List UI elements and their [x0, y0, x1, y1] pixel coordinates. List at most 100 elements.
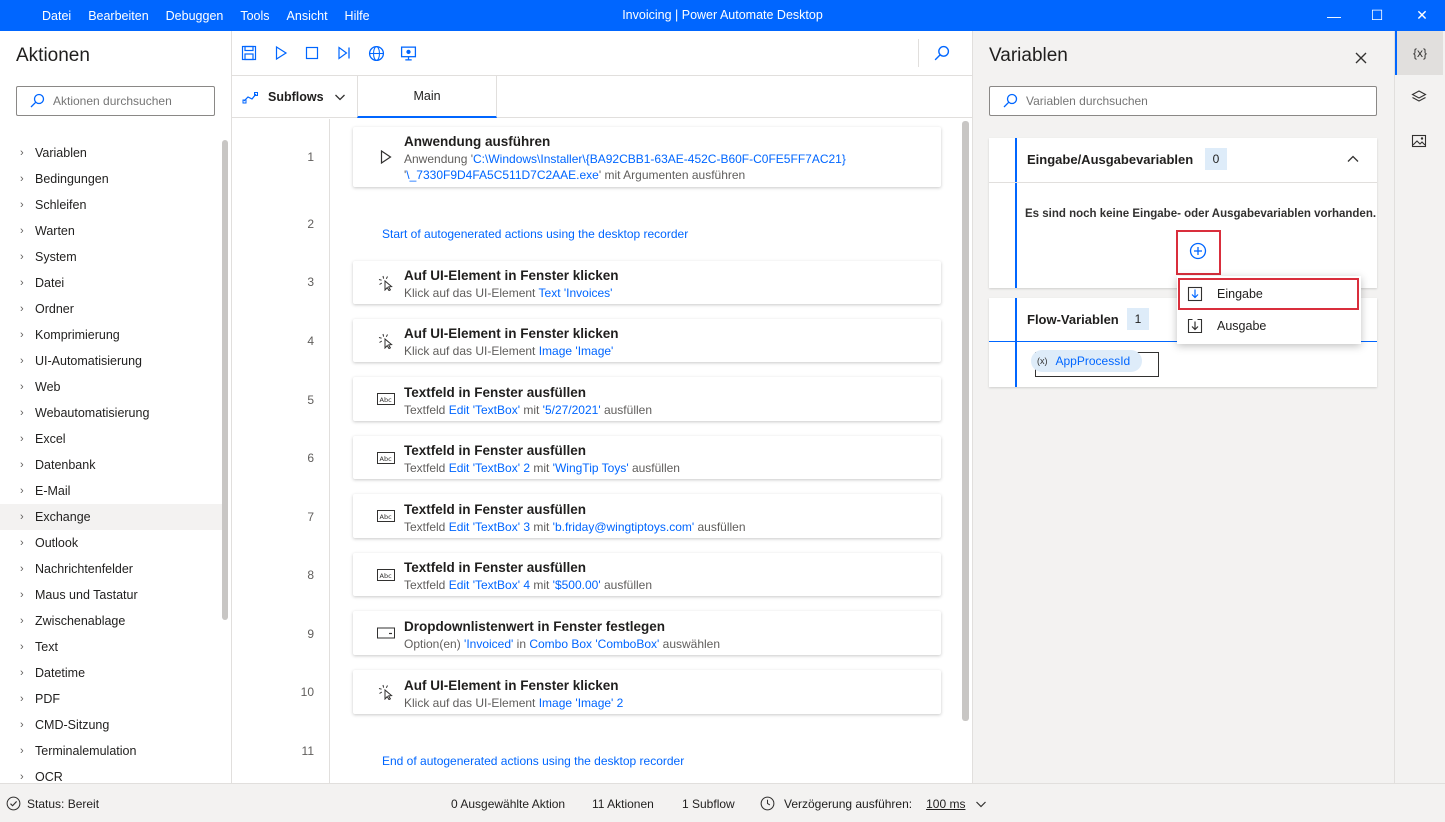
action-card[interactable]: Abc Textfeld in Fenster ausfüllen Textfeld… — [353, 553, 941, 596]
editor-scrollbar[interactable] — [962, 121, 969, 721]
close-window-button[interactable]: ✕ — [1399, 0, 1445, 31]
variables-search-input[interactable] — [1026, 94, 1176, 108]
chevron-right-icon: › — [20, 719, 24, 731]
action-category[interactable]: › System — [0, 244, 222, 270]
action-parameter-link[interactable]: '5/27/2021' — [543, 403, 601, 417]
action-category[interactable]: › OCR — [0, 764, 222, 783]
action-parameter-link[interactable]: C:\Windows\Installer\{BA92CBB1-63AE-452C… — [473, 152, 846, 166]
menu-datei[interactable]: Datei — [42, 9, 71, 23]
save-icon — [241, 45, 257, 61]
action-parameter-link[interactable]: Edit 'TextBox' 2 — [449, 461, 530, 475]
action-category[interactable]: › Terminalemulation — [0, 738, 222, 764]
action-parameter-link[interactable]: Image 'Image' — [539, 344, 614, 358]
desktop-recorder-button[interactable] — [398, 43, 418, 63]
images-rail-button[interactable] — [1395, 119, 1443, 163]
action-parameter-link[interactable]: 'b.friday@wingtiptoys.com' — [553, 520, 694, 534]
run-next-action-button[interactable] — [334, 43, 354, 63]
status-bar: Status: Bereit 0 Ausgewählte Aktion 11 A… — [0, 783, 1445, 822]
actions-search-input[interactable] — [53, 94, 203, 108]
chevron-right-icon: › — [20, 173, 24, 185]
action-category[interactable]: › Komprimierung — [0, 322, 222, 348]
chevron-down-icon[interactable] — [975, 798, 987, 810]
action-category[interactable]: › E-Mail — [0, 478, 222, 504]
action-card[interactable]: Abc Textfeld in Fenster ausfüllen Textfeld… — [353, 494, 941, 538]
action-category[interactable]: › Datenbank — [0, 452, 222, 478]
action-category[interactable]: › Webautomatisierung — [0, 400, 222, 426]
action-title: Auf UI-Element in Fenster klicken — [404, 678, 619, 693]
menu-item-ausgabe[interactable]: Ausgabe — [1177, 310, 1361, 342]
comment-end-recorder[interactable]: End of autogenerated actions using the d… — [382, 754, 684, 768]
action-category[interactable]: › Web — [0, 374, 222, 400]
action-parameter-link[interactable]: 'WingTip Toys' — [553, 461, 629, 475]
minimize-button[interactable]: — — [1311, 0, 1357, 31]
close-variables-panel-button[interactable] — [1351, 48, 1371, 68]
action-category[interactable]: › Text — [0, 634, 222, 660]
action-category[interactable]: › Ordner — [0, 296, 222, 322]
action-parameter-link[interactable]: Edit 'TextBox' 4 — [449, 578, 530, 592]
play-icon — [275, 45, 288, 61]
ui-elements-rail-button[interactable] — [1395, 75, 1443, 119]
action-category[interactable]: › Maus und Tastatur — [0, 582, 222, 608]
action-category[interactable]: › Warten — [0, 218, 222, 244]
collapse-io-section-button[interactable] — [1346, 152, 1360, 166]
action-category[interactable]: › Excel — [0, 426, 222, 452]
action-description: Klick auf das UI-Element Image 'Image' 2 — [404, 696, 623, 710]
action-category[interactable]: › Exchange — [0, 504, 222, 530]
variables-search-box[interactable] — [989, 86, 1377, 116]
action-parameter-link[interactable]: '$500.00' — [553, 578, 601, 592]
run-delay-value[interactable]: 100 ms — [926, 797, 965, 811]
action-category[interactable]: › Variablen — [0, 140, 222, 166]
variables-rail-button[interactable]: {x} — [1395, 31, 1443, 75]
actions-scrollbar[interactable] — [222, 140, 228, 620]
action-card[interactable]: Auf UI-Element in Fenster klicken Klick a… — [353, 670, 941, 714]
tab-main[interactable]: Main — [357, 76, 497, 118]
action-category[interactable]: › Datetime — [0, 660, 222, 686]
action-parameter-link[interactable]: Image 'Image' 2 — [539, 696, 624, 710]
action-icon-wrapper — [377, 683, 395, 701]
maximize-button[interactable]: ☐ — [1354, 0, 1400, 31]
action-card[interactable]: Auf UI-Element in Fenster klicken Klick a… — [353, 319, 941, 362]
menu-ansicht[interactable]: Ansicht — [287, 9, 328, 23]
action-card[interactable]: Auf UI-Element in Fenster klicken Klick a… — [353, 261, 941, 304]
action-card[interactable]: Abc Textfeld in Fenster ausfüllen Textfeld… — [353, 377, 941, 421]
save-button[interactable] — [239, 43, 259, 63]
action-parameter-link[interactable]: Edit 'TextBox' — [449, 403, 520, 417]
editor-search-button[interactable] — [931, 43, 951, 63]
action-card[interactable]: Abc Textfeld in Fenster ausfüllen Textfeld… — [353, 436, 941, 479]
chevron-right-icon: › — [20, 771, 24, 783]
comment-start-recorder[interactable]: Start of autogenerated actions using the… — [382, 227, 688, 241]
action-category[interactable]: › CMD-Sitzung — [0, 712, 222, 738]
actions-search-box[interactable] — [16, 86, 215, 116]
subflows-dropdown[interactable]: Subflows — [242, 76, 346, 118]
flow-variables-title[interactable]: Flow-Variablen — [1027, 312, 1119, 327]
action-parameter-link[interactable]: Edit 'TextBox' 3 — [449, 520, 530, 534]
menu-debuggen[interactable]: Debuggen — [166, 9, 224, 23]
action-parameter-link[interactable]: Combo Box 'ComboBox' — [529, 637, 659, 651]
action-category[interactable]: › Schleifen — [0, 192, 222, 218]
action-category[interactable]: › Outlook — [0, 530, 222, 556]
action-category[interactable]: › Zwischenablage — [0, 608, 222, 634]
action-parameter-link[interactable]: 'Invoiced' — [464, 637, 513, 651]
stop-button[interactable] — [302, 43, 322, 63]
menu-tools[interactable]: Tools — [240, 9, 269, 23]
run-button[interactable] — [271, 43, 291, 63]
action-category[interactable]: › Datei — [0, 270, 222, 296]
action-category[interactable]: › Bedingungen — [0, 166, 222, 192]
check-circle-icon — [6, 796, 21, 811]
menu-bearbeiten[interactable]: Bearbeiten — [88, 9, 148, 23]
line-number: 5 — [307, 393, 314, 407]
action-category[interactable]: › PDF — [0, 686, 222, 712]
io-variables-title[interactable]: Eingabe/Ausgabevariablen — [1027, 152, 1193, 167]
action-category[interactable]: › Nachrichtenfelder — [0, 556, 222, 582]
action-card[interactable]: Dropdownlistenwert in Fenster festlegen O… — [353, 611, 941, 655]
action-card[interactable]: Anwendung ausführen Anwendung 'C:\Windows… — [353, 127, 941, 187]
action-description: Textfeld Edit 'TextBox' 2 mit 'WingTip T… — [404, 461, 680, 475]
menu-hilfe[interactable]: Hilfe — [345, 9, 370, 23]
action-parameter-link[interactable]: \_7330F9D4FA5C511D7C2AAE.exe — [406, 168, 599, 182]
chevron-right-icon: › — [20, 407, 24, 419]
web-recorder-button[interactable] — [366, 43, 386, 63]
action-parameter-link[interactable]: Text 'Invoices' — [539, 286, 613, 300]
action-category[interactable]: › UI-Automatisierung — [0, 348, 222, 374]
variable-chip-appprocessid[interactable]: (x) AppProcessId — [1031, 350, 1143, 372]
action-category-label: E-Mail — [35, 484, 71, 498]
